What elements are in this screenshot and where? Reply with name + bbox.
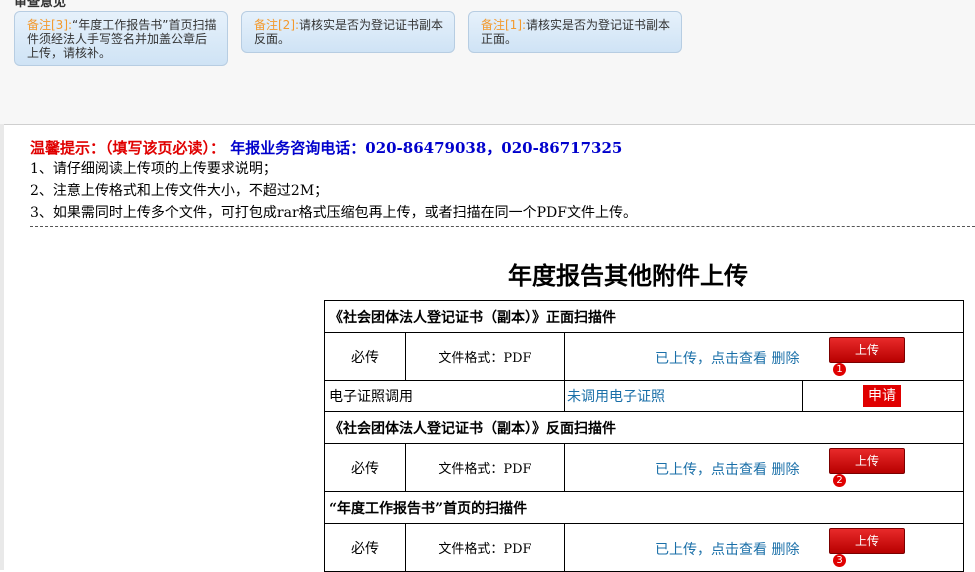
- attachments-table: 《社会团体法人登记证书（副本）》正面扫描件 必传 文件格式：PDF 已上传，点击…: [324, 300, 964, 572]
- section-header: 《社会团体法人登记证书（副本）》反面扫描件: [324, 411, 964, 444]
- required-label: 必传: [324, 332, 406, 381]
- upload-links: 已上传，点击查看 删除: [655, 348, 799, 368]
- required-label: 必传: [324, 443, 406, 492]
- file-format-label: 文件格式：PDF: [405, 523, 565, 572]
- tips-label: 温馨提示：（填写该页必读）：: [30, 139, 226, 157]
- view-uploaded-link[interactable]: 已上传，点击查看: [655, 462, 767, 478]
- tip-line-2: 2、注意上传格式和上传文件大小，不超过2M；: [30, 183, 329, 199]
- upload-actions: 已上传，点击查看 删除 上传 2: [564, 443, 964, 492]
- section-title: 《社会团体法人登记证书（副本）》反面扫描件: [324, 411, 964, 444]
- delete-link[interactable]: 删除: [771, 462, 799, 478]
- view-uploaded-link[interactable]: 已上传，点击查看: [655, 542, 767, 558]
- review-notes-panel: 审查意见 备注[3]:“年度工作报告书”首页扫描件须经法人手写签名并加盖公章后上…: [0, 0, 975, 125]
- note-tag: 备注[3]:: [27, 18, 73, 32]
- upload-count-badge: 2: [833, 474, 846, 487]
- tip-line-1: 1、请仔细阅读上传项的上传要求说明；: [30, 161, 277, 177]
- hotline-text: 年报业务咨询电话：020-86479038，020-86717325: [230, 139, 623, 157]
- note-tag: 备注[2]:: [254, 18, 300, 32]
- upload-links: 已上传，点击查看 删除: [655, 539, 799, 559]
- upload-row: 必传 文件格式：PDF 已上传，点击查看 删除 上传 3: [324, 523, 964, 572]
- view-uploaded-link[interactable]: 已上传，点击查看: [655, 351, 767, 367]
- note-card-3[interactable]: 备注[3]:“年度工作报告书”首页扫描件须经法人手写签名并加盖公章后上传，请核补…: [14, 11, 228, 66]
- upload-row: 必传 文件格式：PDF 已上传，点击查看 删除 上传 1: [324, 332, 964, 381]
- left-divider: [0, 124, 4, 570]
- upload-button[interactable]: 上传: [829, 448, 905, 474]
- required-label: 必传: [324, 523, 406, 572]
- delete-link[interactable]: 删除: [771, 351, 799, 367]
- e-cert-status: 未调用电子证照: [564, 380, 803, 412]
- notes-panel-title: 审查意见: [14, 0, 67, 10]
- upload-button[interactable]: 上传: [829, 528, 905, 554]
- section-title: 《社会团体法人登记证书（副本）》正面扫描件: [324, 300, 964, 333]
- apply-cell: 申请: [802, 380, 964, 412]
- note-tag: 备注[1]:: [481, 18, 527, 32]
- e-cert-label: 电子证照调用: [324, 380, 565, 412]
- section-header: 《社会团体法人登记证书（副本）》正面扫描件: [324, 300, 964, 333]
- tip-line-3: 3、如果需同时上传多个文件，可打包成rar格式压缩包再上传，或者扫描在同一个PD…: [30, 205, 637, 221]
- section-title: “年度工作报告书”首页的扫描件: [324, 491, 964, 524]
- note-card-1[interactable]: 备注[1]:请核实是否为登记证书副本正面。: [468, 11, 682, 53]
- tips-heading: 温馨提示：（填写该页必读）： 年报业务咨询电话：020-86479038，020…: [30, 138, 637, 158]
- upload-actions: 已上传，点击查看 删除 上传 1: [564, 332, 964, 381]
- upload-button[interactable]: 上传: [829, 337, 905, 363]
- dashed-separator: [30, 226, 975, 227]
- page-title: 年度报告其他附件上传: [508, 262, 748, 290]
- file-format-label: 文件格式：PDF: [405, 443, 565, 492]
- upload-actions: 已上传，点击查看 删除 上传 3: [564, 523, 964, 572]
- section-header: “年度工作报告书”首页的扫描件: [324, 491, 964, 524]
- upload-links: 已上传，点击查看 删除: [655, 459, 799, 479]
- upload-row: 必传 文件格式：PDF 已上传，点击查看 删除 上传 2: [324, 443, 964, 492]
- upload-count-badge: 1: [833, 363, 846, 376]
- delete-link[interactable]: 删除: [771, 542, 799, 558]
- tips-block: 温馨提示：（填写该页必读）： 年报业务咨询电话：020-86479038，020…: [30, 138, 637, 224]
- apply-button[interactable]: 申请: [863, 385, 901, 407]
- file-format-label: 文件格式：PDF: [405, 332, 565, 381]
- e-cert-row: 电子证照调用 未调用电子证照 申请: [324, 380, 964, 412]
- upload-count-badge: 3: [833, 554, 846, 567]
- note-card-2[interactable]: 备注[2]:请核实是否为登记证书副本反面。: [241, 11, 455, 53]
